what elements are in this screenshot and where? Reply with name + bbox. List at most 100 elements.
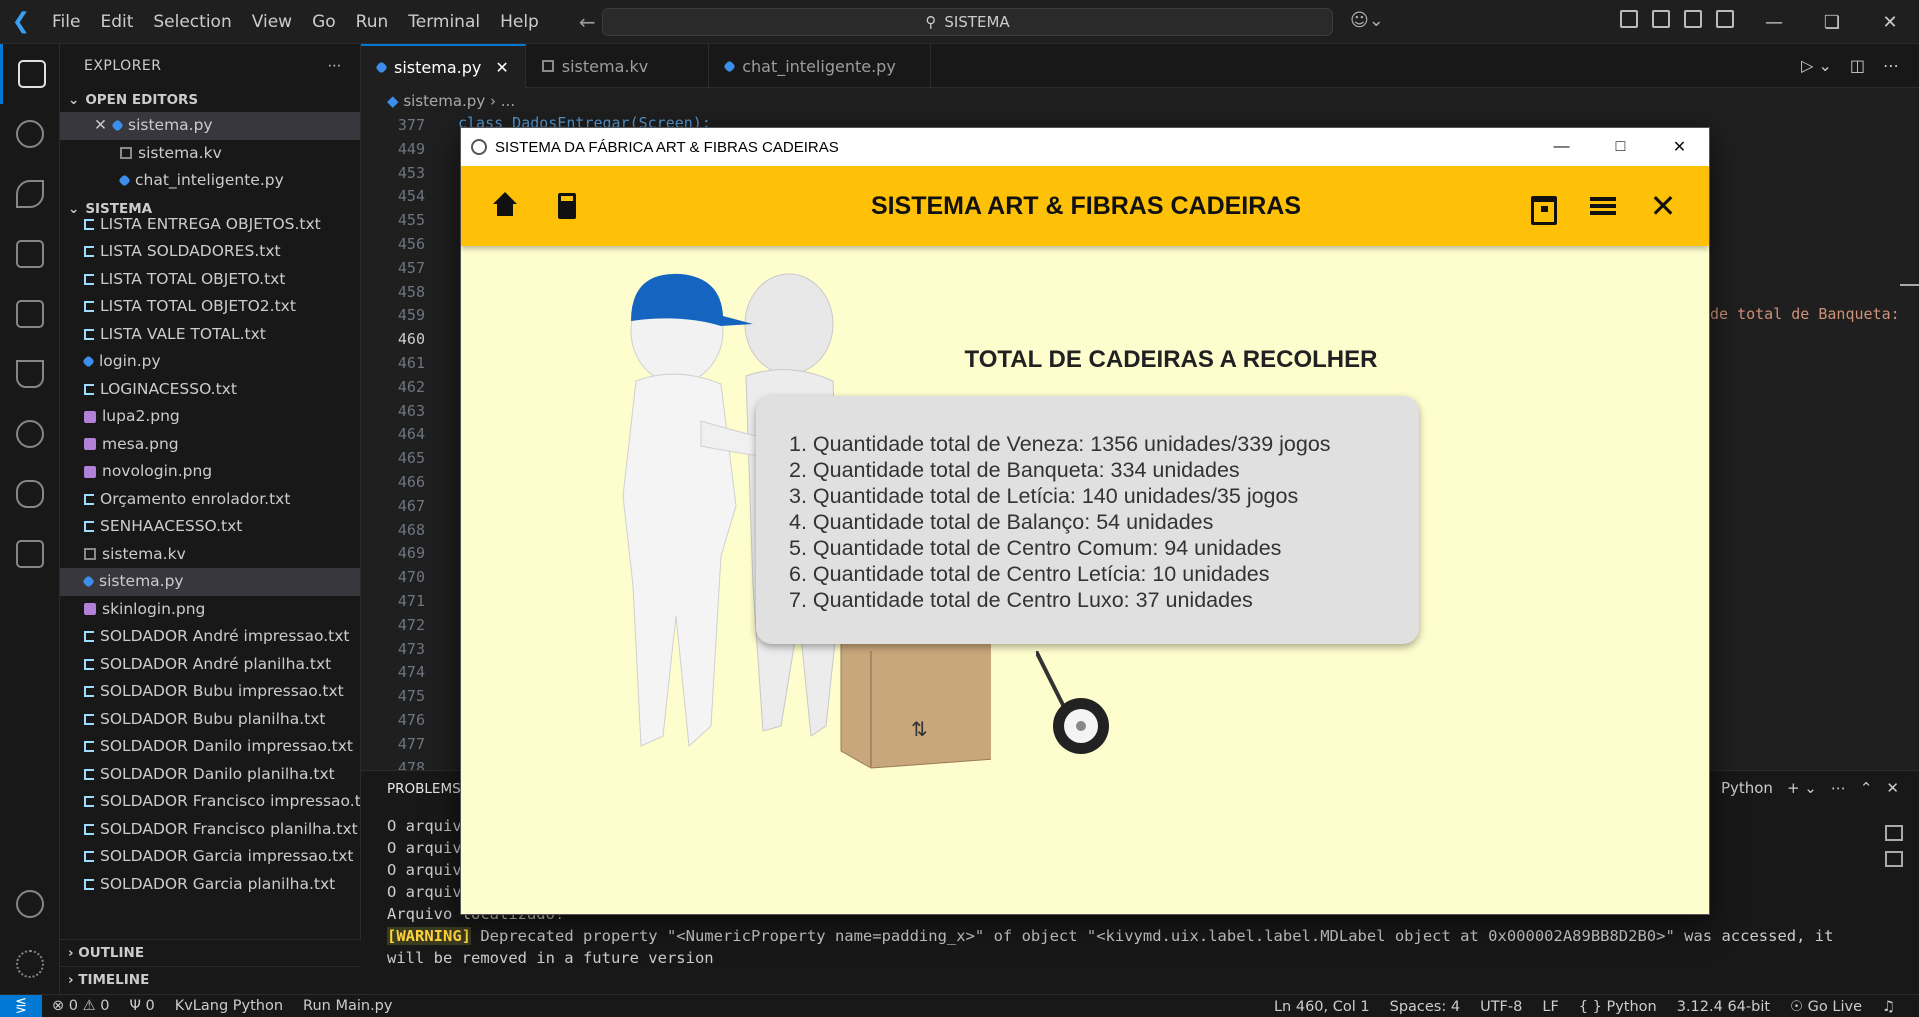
language-status[interactable]: { } Python (1569, 999, 1667, 1015)
file-item[interactable]: SOLDADOR Danilo planilha.txt (60, 761, 360, 789)
breadcrumb-more[interactable]: ... (501, 92, 515, 110)
file-item[interactable]: login.py (60, 348, 360, 376)
file-item[interactable]: SOLDADOR Garcia impressao.txt (60, 843, 360, 871)
ports-status[interactable]: Ψ 0 (119, 998, 164, 1014)
menu-edit[interactable]: Edit (90, 0, 143, 44)
file-item[interactable]: LISTA SOLDADORES.txt (60, 238, 360, 266)
open-editor-item[interactable]: chat_inteligente.py (60, 167, 360, 195)
more-actions-icon[interactable]: ⋯ (328, 44, 343, 88)
customize-layout-icon[interactable] (1620, 10, 1638, 28)
close-icon[interactable]: ✕ (1647, 190, 1679, 222)
run-debug-activity[interactable] (0, 224, 60, 284)
search-activity[interactable] (0, 104, 60, 164)
file-item[interactable]: SOLDADOR Bubu planilha.txt (60, 706, 360, 734)
close-window-icon[interactable]: ✕ (1861, 0, 1919, 44)
menu-file[interactable]: File (42, 0, 90, 44)
tab-chat-inteligente[interactable]: chat_inteligente.py (709, 44, 931, 88)
menu-selection[interactable]: Selection (143, 0, 241, 44)
app-minimize-icon[interactable]: — (1532, 128, 1591, 166)
file-item[interactable]: mesa.png (60, 431, 360, 459)
remote-indicator-icon[interactable]: ⋚ (0, 994, 42, 1017)
more-actions-icon[interactable]: ⋯ (1831, 779, 1846, 797)
manage-activity[interactable] (0, 934, 60, 994)
restore-icon[interactable]: ❏ (1803, 0, 1861, 44)
split-editor-icon[interactable]: ◫ (1850, 56, 1865, 75)
problems-status[interactable]: ⊗ 0 ⚠ 0 (42, 998, 119, 1014)
terminal-name[interactable]: Python (1721, 779, 1773, 797)
file-item[interactable]: LISTA VALE TOTAL.txt (60, 321, 360, 349)
home-icon[interactable] (489, 190, 521, 222)
more-actions-icon[interactable]: ⋯ (1883, 56, 1899, 75)
notifications-icon[interactable]: ♫ (1872, 999, 1905, 1015)
terminal-instance-icon[interactable] (1885, 825, 1903, 841)
tab-sistema-kv[interactable]: sistema.kv (526, 44, 710, 88)
accounts-activity[interactable] (0, 874, 60, 934)
copilot-icon[interactable]: ☺⌄ (1350, 10, 1384, 31)
file-item[interactable]: SOLDADOR Francisco planilha.txt (60, 816, 360, 844)
timeline-section[interactable]: › TIMELINE (60, 966, 361, 993)
calculator-icon[interactable] (551, 190, 583, 222)
file-item[interactable]: sistema.py (60, 568, 360, 596)
clipboard-activity[interactable] (0, 524, 60, 584)
file-item[interactable]: SOLDADOR Danilo impressao.txt (60, 733, 360, 761)
toggle-panel-icon[interactable] (1684, 10, 1702, 28)
close-panel-icon[interactable]: ✕ (1886, 779, 1899, 797)
file-item[interactable]: SOLDADOR André planilha.txt (60, 651, 360, 679)
toggle-secondary-sidebar-icon[interactable] (1716, 10, 1734, 28)
explorer-activity[interactable] (0, 44, 60, 104)
file-item[interactable]: novologin.png (60, 458, 360, 486)
file-item[interactable]: LOGINACESSO.txt (60, 376, 360, 404)
run-file-icon[interactable]: ▷ ⌄ (1801, 56, 1832, 75)
close-tab-icon[interactable]: ✕ (495, 58, 508, 77)
file-item[interactable]: Orçamento enrolador.txt (60, 486, 360, 514)
file-item[interactable]: SOLDADOR Júnior impressao.txt (60, 898, 360, 901)
file-item[interactable]: skinlogin.png (60, 596, 360, 624)
outline-section[interactable]: › OUTLINE (60, 939, 361, 966)
file-item[interactable]: SENHAACESSO.txt (60, 513, 360, 541)
close-editor-icon[interactable]: ✕ (94, 112, 107, 140)
run-main-status[interactable]: Run Main.py (293, 998, 402, 1014)
app-maximize-icon[interactable]: □ (1591, 128, 1650, 166)
file-item[interactable]: SOLDADOR Francisco impressao.txt (60, 788, 360, 816)
file-item[interactable]: SOLDADOR André impressao.txt (60, 623, 360, 651)
eol-status[interactable]: LF (1532, 999, 1568, 1015)
file-item[interactable]: LISTA TOTAL OBJETO.txt (60, 266, 360, 294)
remote-activity[interactable] (0, 404, 60, 464)
indentation-status[interactable]: Spaces: 4 (1380, 999, 1470, 1015)
kvlang-status[interactable]: KvLang Python (165, 998, 293, 1014)
menu-help[interactable]: Help (490, 0, 549, 44)
toggle-sidebar-icon[interactable] (1652, 10, 1670, 28)
source-control-activity[interactable] (0, 164, 60, 224)
menu-icon[interactable] (1587, 190, 1619, 222)
tab-sistema-py[interactable]: sistema.py ✕ (361, 44, 526, 88)
file-item[interactable]: lupa2.png (60, 403, 360, 431)
file-item[interactable]: LISTA ENTREGA OBJETOS.txt (60, 211, 360, 239)
new-terminal-icon[interactable]: + ⌄ (1787, 779, 1817, 797)
menu-view[interactable]: View (242, 0, 302, 44)
go-live-status[interactable]: ☉ Go Live (1780, 999, 1872, 1015)
menu-run[interactable]: Run (346, 0, 399, 44)
testing-activity[interactable] (0, 344, 60, 404)
menu-terminal[interactable]: Terminal (398, 0, 490, 44)
open-editor-item[interactable]: ✕ sistema.py (60, 112, 360, 140)
open-editor-item[interactable]: sistema.kv (60, 140, 360, 168)
extensions-activity[interactable] (0, 284, 60, 344)
file-item[interactable]: SOLDADOR Bubu impressao.txt (60, 678, 360, 706)
back-arrow-icon[interactable]: ← (579, 10, 596, 34)
terminal-instance-icon[interactable] (1885, 851, 1903, 867)
open-editors-header[interactable]: ⌄ OPEN EDITORS (60, 88, 360, 112)
file-item[interactable]: SOLDADOR Garcia planilha.txt (60, 871, 360, 899)
python-version-status[interactable]: 3.12.4 64-bit (1667, 999, 1780, 1015)
file-item[interactable]: sistema.kv (60, 541, 360, 569)
command-center[interactable]: ⚲ SISTEMA (602, 8, 1333, 36)
calendar-icon[interactable] (1527, 190, 1559, 225)
minimize-icon[interactable]: — (1745, 0, 1803, 44)
tab-problems[interactable]: PROBLEMS (387, 781, 461, 797)
file-item[interactable]: LISTA TOTAL OBJETO2.txt (60, 293, 360, 321)
breadcrumb-file[interactable]: sistema.py (403, 92, 485, 110)
python-activity[interactable] (0, 464, 60, 524)
encoding-status[interactable]: UTF-8 (1470, 999, 1532, 1015)
maximize-panel-icon[interactable]: ⌃ (1860, 779, 1873, 797)
menu-go[interactable]: Go (302, 0, 346, 44)
app-close-window-icon[interactable]: ✕ (1650, 128, 1709, 166)
